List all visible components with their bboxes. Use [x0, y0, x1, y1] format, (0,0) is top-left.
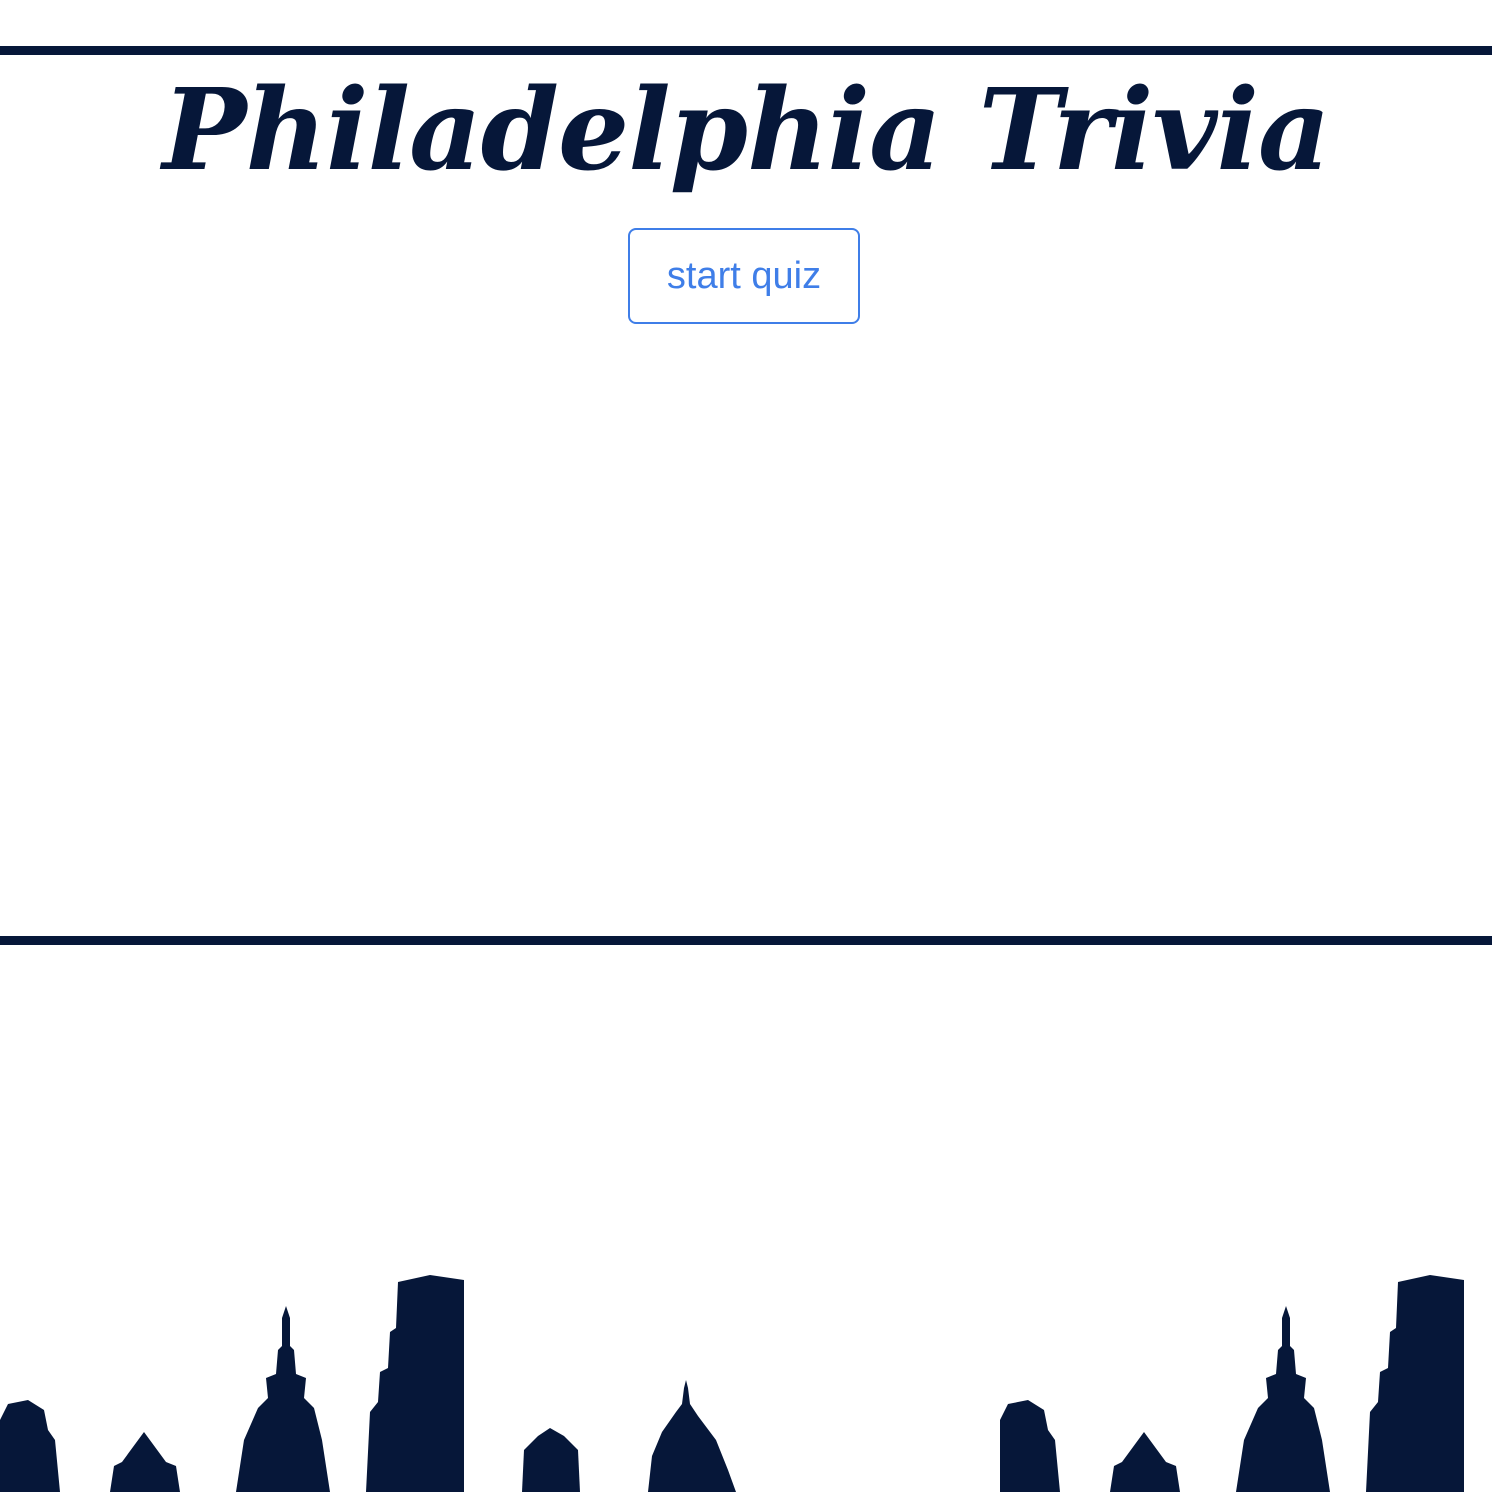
skyline-silhouette-right — [1000, 1275, 1492, 1492]
page-title: Philadelphia Trivia — [162, 65, 1330, 196]
skyline-silhouette-left — [0, 1275, 736, 1492]
top-divider — [0, 46, 1492, 55]
bottom-divider — [0, 936, 1492, 945]
start-quiz-button[interactable]: start quiz — [628, 228, 860, 324]
skyline-illustration — [0, 1275, 1492, 1492]
quiz-start-page: Philadelphia Trivia start quiz — [0, 0, 1492, 1492]
